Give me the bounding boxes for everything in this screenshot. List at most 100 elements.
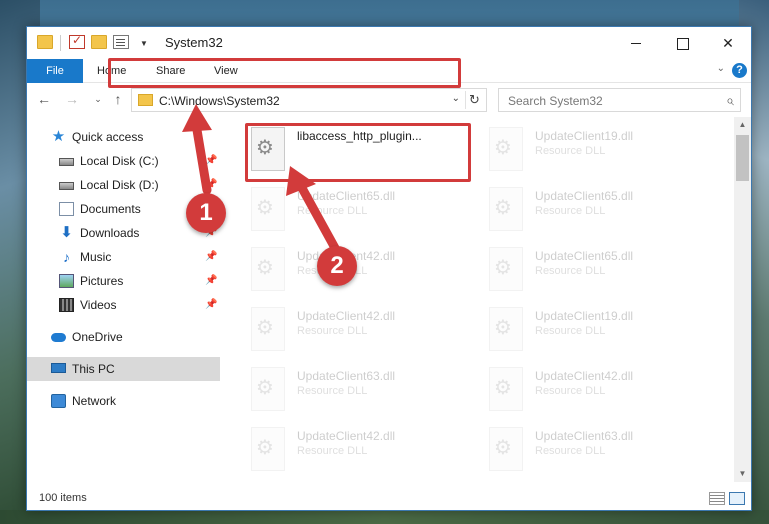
dll-file-gear-icon: [489, 427, 523, 471]
file-name: UpdateClient19.dll: [535, 309, 634, 323]
pin-icon: 📌: [205, 299, 218, 310]
item-count: 100 items: [39, 492, 87, 504]
sidebar-item-label: Pictures: [80, 274, 124, 288]
minimize-button[interactable]: [613, 27, 659, 59]
refresh-icon[interactable]: ↻: [465, 91, 483, 109]
file-item[interactable]: UpdateClient19.dll Resource DLL: [487, 119, 715, 179]
file-type: Resource DLL: [535, 205, 606, 217]
file-highlight: [245, 123, 471, 182]
back-arrow-icon[interactable]: ←: [35, 90, 53, 108]
sidebar-item-network[interactable]: Network: [27, 389, 220, 413]
new-folder-icon[interactable]: [91, 35, 107, 49]
dll-file-gear-icon: [489, 187, 523, 231]
chevron-down-icon[interactable]: ▼: [140, 39, 148, 48]
file-name: UpdateClient65.dll: [535, 249, 634, 263]
file-type: Resource DLL: [535, 325, 606, 337]
dll-file-gear-icon: [489, 367, 523, 411]
sidebar-item-quick-access[interactable]: ★ Quick access: [27, 125, 220, 149]
search-box[interactable]: Search System32 ⌕: [498, 88, 741, 112]
file-name: UpdateClient63.dll: [535, 429, 634, 443]
expand-ribbon-chevron-icon[interactable]: ⌄: [717, 63, 725, 74]
file-explorer-window: ▼ System32 ✕ File Home Share View ⌄ ? ← …: [26, 26, 752, 511]
customize-toolbar-icon[interactable]: [113, 35, 129, 49]
music-icon: ♪: [63, 249, 70, 265]
sidebar-item-label: Local Disk (C:): [80, 154, 159, 168]
file-item[interactable]: UpdateClient42.dll Resource DLL: [249, 419, 477, 479]
this-pc-icon: [51, 363, 66, 373]
sidebar-item-label: Music: [80, 250, 112, 264]
file-type: Resource DLL: [297, 385, 368, 397]
file-item[interactable]: UpdateClient42.dll Resource DLL: [249, 239, 477, 299]
sidebar-item-label: Quick access: [72, 130, 144, 144]
search-input[interactable]: Search System32: [508, 94, 603, 108]
file-type: Resource DLL: [297, 445, 368, 457]
file-item[interactable]: UpdateClient65.dll Resource DLL: [249, 179, 477, 239]
dll-file-gear-icon: [489, 127, 523, 171]
drive-icon: [59, 182, 74, 190]
pin-icon: 📌: [205, 275, 218, 286]
help-icon[interactable]: ?: [732, 63, 747, 78]
file-item[interactable]: UpdateClient65.dll Resource DLL: [487, 179, 715, 239]
file-type: Resource DLL: [535, 445, 606, 457]
maximize-button[interactable]: [659, 27, 705, 59]
file-name: UpdateClient42.dll: [297, 309, 396, 323]
pictures-icon: [59, 274, 74, 288]
documents-icon: [59, 202, 74, 216]
sidebar-item-pictures[interactable]: Pictures 📌: [27, 269, 220, 293]
file-item[interactable]: UpdateClient19.dll Resource DLL: [487, 299, 715, 359]
address-history-chevron-icon[interactable]: ⌄: [452, 93, 460, 104]
onedrive-cloud-icon: [51, 333, 66, 342]
properties-check-icon[interactable]: [69, 33, 85, 49]
file-item[interactable]: UpdateClient42.dll Resource DLL: [249, 299, 477, 359]
vertical-scrollbar[interactable]: ▲ ▼: [734, 117, 751, 482]
toolbar-divider: [60, 35, 61, 51]
file-item[interactable]: UpdateClient65.dll Resource DLL: [487, 239, 715, 299]
file-item[interactable]: UpdateClient42.dll Resource DLL: [487, 359, 715, 419]
up-arrow-icon[interactable]: ↑: [109, 90, 127, 108]
sidebar-item-label: Videos: [80, 298, 117, 312]
sidebar-item-videos[interactable]: Videos 📌: [27, 293, 220, 317]
address-path[interactable]: C:\Windows\System32: [159, 94, 280, 108]
file-item[interactable]: UpdateClient63.dll Resource DLL: [249, 359, 477, 419]
file-name: UpdateClient63.dll: [297, 369, 396, 383]
sidebar-item-label: Network: [72, 394, 117, 408]
forward-arrow-icon[interactable]: →: [63, 90, 81, 108]
dll-file-gear-icon: [251, 367, 285, 411]
scroll-up-arrow-icon[interactable]: ▲: [734, 117, 751, 133]
address-folder-icon: [138, 94, 153, 106]
file-type: Resource DLL: [297, 205, 368, 217]
recent-locations-chevron-icon[interactable]: ⌄: [89, 90, 107, 108]
sidebar-item-this-pc[interactable]: This PC: [27, 357, 220, 381]
scrollbar-thumb[interactable]: [736, 135, 749, 181]
videos-icon: [59, 298, 74, 312]
title-bar: ▼ System32 ✕: [27, 27, 751, 59]
details-view-icon[interactable]: [709, 492, 725, 505]
network-icon: [51, 394, 66, 408]
dll-file-gear-icon: [251, 187, 285, 231]
desktop-wallpaper-bottom: [0, 510, 769, 524]
search-icon[interactable]: ⌕: [726, 92, 734, 109]
file-name: UpdateClient65.dll: [535, 189, 634, 203]
step-2-callout: 2: [317, 246, 357, 286]
file-item[interactable]: UpdateClient63.dll Resource DLL: [487, 419, 715, 479]
file-type: Resource DLL: [535, 385, 606, 397]
sidebar-item-label: Documents: [80, 202, 141, 216]
file-type: Resource DLL: [535, 265, 606, 277]
dll-file-gear-icon: [489, 247, 523, 291]
sidebar-item-onedrive[interactable]: OneDrive: [27, 325, 220, 349]
scroll-down-arrow-icon[interactable]: ▼: [734, 466, 751, 482]
file-type: Resource DLL: [535, 145, 606, 157]
sidebar-item-local-disk-c[interactable]: Local Disk (C:) 📌: [27, 149, 220, 173]
sidebar-item-label: This PC: [72, 362, 115, 376]
tab-file[interactable]: File: [27, 59, 83, 83]
sidebar-item-music[interactable]: ♪ Music 📌: [27, 245, 220, 269]
sidebar-item-label: Downloads: [80, 226, 140, 240]
address-bar[interactable]: C:\Windows\System32 ⌄ ↻: [131, 88, 487, 112]
drive-icon: [59, 158, 74, 166]
dll-file-gear-icon: [489, 307, 523, 351]
dll-file-gear-icon: [251, 307, 285, 351]
navigation-bar: ← → ⌄ ↑ C:\Windows\System32 ⌄ ↻ Search S…: [27, 84, 751, 116]
sidebar-item-local-disk-d[interactable]: Local Disk (D:) 📌: [27, 173, 220, 197]
large-icons-view-icon[interactable]: [729, 492, 745, 505]
close-button[interactable]: ✕: [705, 27, 751, 59]
